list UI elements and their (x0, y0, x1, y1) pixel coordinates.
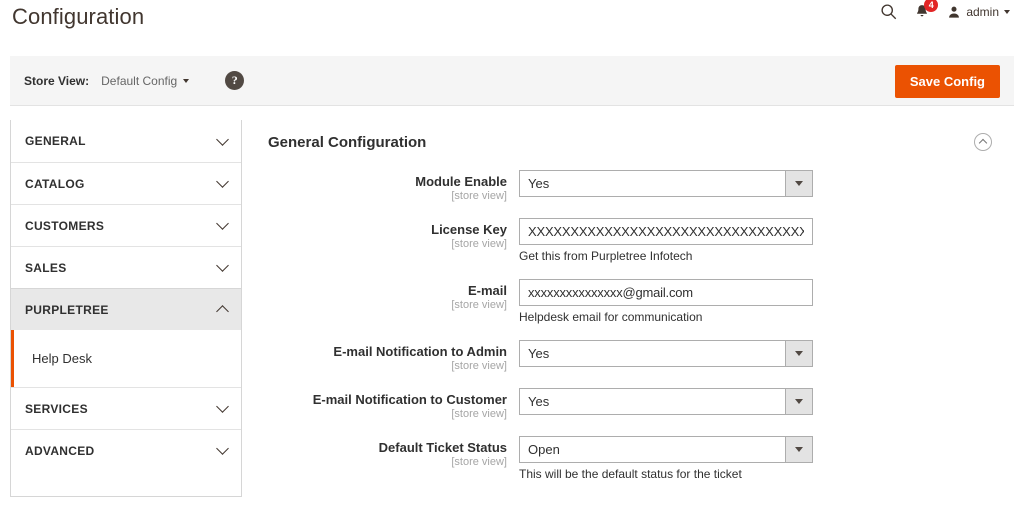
save-config-button[interactable]: Save Config (894, 65, 1000, 98)
sidebar-item-label: SERVICES (25, 401, 88, 416)
chevron-down-icon (1004, 9, 1010, 14)
field-control: Open This will be the default status for… (519, 436, 1010, 482)
select-value: Open (528, 442, 560, 457)
store-view-label: Store View: (24, 73, 90, 88)
sidebar-subitem-label: Help Desk (32, 351, 92, 366)
store-view-switcher[interactable]: Default Config (101, 73, 190, 88)
select-value: Yes (528, 346, 550, 361)
chevron-down-icon (216, 217, 229, 230)
config-main-panel: General Configuration Module Enable [sto… (242, 120, 1024, 497)
license-key-input[interactable] (519, 218, 813, 245)
field-label: E-mail Notification to Customer (312, 392, 507, 407)
chevron-down-icon (183, 78, 190, 83)
field-control: Yes (519, 388, 1010, 415)
sidebar-subnav-purpletree: Help Desk (11, 330, 241, 387)
sidebar-item-label: SALES (25, 260, 67, 275)
field-control: Yes (519, 340, 1010, 367)
chevron-up-icon (978, 138, 988, 148)
store-view-selected-value: Default Config (101, 73, 178, 88)
field-row-email-notification-admin: E-mail Notification to Admin [store view… (264, 340, 1010, 373)
field-label-group: Module Enable [store view] (264, 170, 519, 203)
config-form: Module Enable [store view] Yes License K… (264, 163, 1010, 482)
sidebar-item-label: CUSTOMERS (25, 218, 105, 233)
chevron-up-icon (216, 304, 229, 318)
field-row-email: E-mail [store view] Helpdesk email for c… (264, 279, 1010, 325)
default-ticket-status-select[interactable]: Open (519, 436, 813, 463)
sidebar-item-customers[interactable]: CUSTOMERS (11, 204, 241, 246)
field-label-group: Default Ticket Status [store view] (264, 436, 519, 469)
collapse-section-toggle[interactable] (974, 133, 992, 151)
field-scope: [store view] (451, 299, 507, 311)
module-enable-select[interactable]: Yes (519, 170, 813, 197)
sidebar-item-purpletree[interactable]: PURPLETREE (11, 288, 241, 330)
select-value: Yes (528, 176, 550, 191)
page-header: Configuration 4 admin (0, 0, 1024, 42)
field-scope: [store view] (451, 408, 507, 420)
section-header[interactable]: General Configuration (264, 120, 1010, 163)
store-view-bar: Store View: Default Config ? Save Config (10, 56, 1014, 106)
admin-user-label: admin (966, 4, 999, 19)
sidebar-item-label: CATALOG (25, 176, 85, 191)
chevron-down-icon (785, 341, 812, 366)
field-label-group: E-mail Notification to Admin [store view… (264, 340, 519, 373)
notification-count-badge: 4 (924, 0, 939, 12)
field-label-group: License Key [store view] (264, 218, 519, 251)
field-note: This will be the default status for the … (519, 467, 742, 481)
field-control: Yes (519, 170, 1010, 197)
field-scope: [store view] (451, 360, 507, 372)
field-label-group: E-mail [store view] (264, 279, 519, 312)
sidebar-item-help-desk[interactable]: Help Desk (11, 330, 241, 387)
sidebar-item-label: PURPLETREE (25, 302, 109, 317)
chevron-down-icon (216, 259, 229, 272)
sidebar-item-label: ADVANCED (25, 443, 95, 458)
help-icon[interactable]: ? (225, 71, 245, 90)
field-label: E-mail (467, 283, 507, 298)
field-note: Helpdesk email for communication (519, 310, 703, 324)
sidebar-item-catalog[interactable]: CATALOG (11, 162, 241, 204)
page-title: Configuration (12, 4, 145, 29)
sidebar-item-advanced[interactable]: ADVANCED (11, 429, 241, 471)
chevron-down-icon (216, 442, 229, 455)
chevron-down-icon (216, 175, 229, 188)
email-input[interactable] (519, 279, 813, 306)
admin-user-menu[interactable]: admin (947, 5, 1010, 19)
select-value: Yes (528, 394, 550, 409)
field-scope: [store view] (451, 238, 507, 250)
search-icon[interactable] (880, 3, 897, 20)
sidebar-item-sales[interactable]: SALES (11, 246, 241, 288)
field-label: E-mail Notification to Admin (333, 344, 507, 359)
field-row-default-ticket-status: Default Ticket Status [store view] Open … (264, 436, 1010, 482)
user-icon (949, 6, 960, 18)
field-control: Get this from Purpletree Infotech (519, 218, 1010, 264)
field-label: License Key (431, 222, 507, 237)
sidebar-item-general[interactable]: GENERAL (11, 120, 241, 162)
field-scope: [store view] (451, 456, 507, 468)
field-label: Default Ticket Status (378, 440, 507, 455)
field-scope: [store view] (451, 190, 507, 202)
field-label-group: E-mail Notification to Customer [store v… (264, 388, 519, 421)
chevron-down-icon (216, 400, 229, 413)
field-control: Helpdesk email for communication (519, 279, 1010, 325)
content-area: GENERAL CATALOG CUSTOMERS SALES PURPLETR… (0, 120, 1024, 497)
chevron-down-icon (785, 389, 812, 414)
chevron-down-icon (785, 171, 812, 196)
field-row-module-enable: Module Enable [store view] Yes (264, 170, 1010, 203)
header-actions: 4 admin (880, 0, 1010, 20)
email-notification-customer-select[interactable]: Yes (519, 388, 813, 415)
field-row-email-notification-customer: E-mail Notification to Customer [store v… (264, 388, 1010, 421)
config-sidebar-nav: GENERAL CATALOG CUSTOMERS SALES PURPLETR… (10, 120, 242, 497)
admin-configuration-page: Configuration 4 admin Store View: Defaul… (0, 0, 1024, 506)
field-label: Module Enable (415, 174, 507, 189)
chevron-down-icon (216, 132, 229, 146)
field-row-license-key: License Key [store view] Get this from P… (264, 218, 1010, 264)
field-note: Get this from Purpletree Infotech (519, 249, 693, 263)
notifications-bell-icon[interactable]: 4 (914, 0, 939, 20)
email-notification-admin-select[interactable]: Yes (519, 340, 813, 367)
sidebar-item-services[interactable]: SERVICES (11, 387, 241, 429)
chevron-down-icon (785, 437, 812, 462)
section-title: General Configuration (268, 133, 427, 151)
sidebar-item-label: GENERAL (25, 134, 86, 148)
